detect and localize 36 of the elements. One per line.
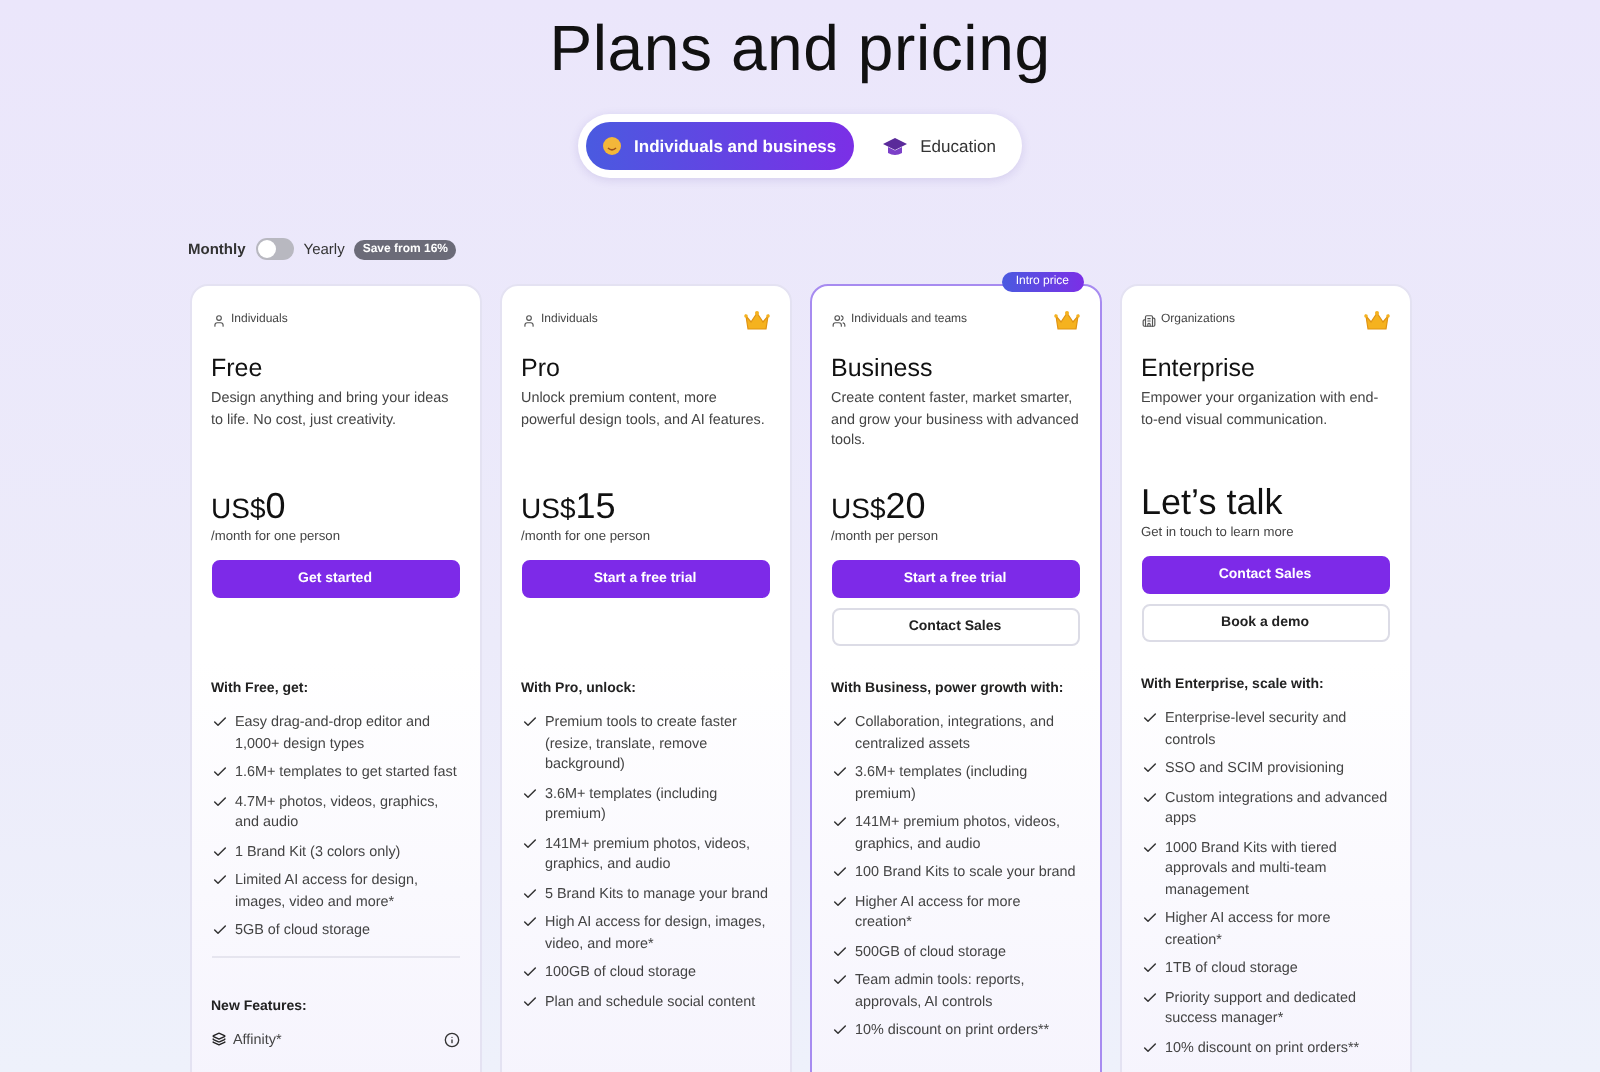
check-icon	[521, 785, 537, 801]
crown-icon	[743, 309, 769, 331]
plan-name: Free	[211, 354, 265, 382]
check-icon	[1141, 839, 1157, 855]
check-icon	[521, 835, 537, 851]
check-icon	[1141, 1039, 1157, 1055]
crown-icon	[1363, 309, 1389, 331]
check-icon	[1141, 710, 1157, 726]
check-icon	[1141, 910, 1157, 926]
plan-name: Enterprise	[1141, 354, 1257, 382]
billing-toggle[interactable]	[255, 238, 294, 260]
building-icon	[1141, 313, 1155, 327]
crown-icon	[1053, 309, 1079, 331]
check-icon	[211, 714, 227, 730]
plan-price: US$15	[521, 488, 618, 524]
page-title: Plans and pricing	[549, 10, 1051, 88]
people-icon	[831, 313, 845, 327]
check-icon	[831, 814, 847, 830]
check-icon	[831, 764, 847, 780]
person-icon	[211, 313, 225, 327]
plan-price: US$20	[831, 488, 928, 524]
check-icon	[831, 714, 847, 730]
check-icon	[521, 714, 537, 730]
layers-icon	[211, 1032, 225, 1047]
check-icon	[831, 1022, 847, 1038]
plan-price: US$0	[211, 488, 288, 524]
check-icon	[211, 922, 227, 938]
plan-name: Pro	[521, 354, 562, 382]
smiley-icon	[602, 136, 623, 156]
plan-name: Business	[831, 354, 935, 382]
segment-tab[interactable]: Individuals and business	[586, 122, 855, 170]
info-icon[interactable]	[443, 1031, 459, 1048]
plan-price: Let’s talk	[1141, 484, 1285, 520]
person-icon	[521, 313, 535, 327]
segment-tab[interactable]: Education	[866, 122, 1014, 170]
graduation-cap-icon	[882, 135, 909, 157]
